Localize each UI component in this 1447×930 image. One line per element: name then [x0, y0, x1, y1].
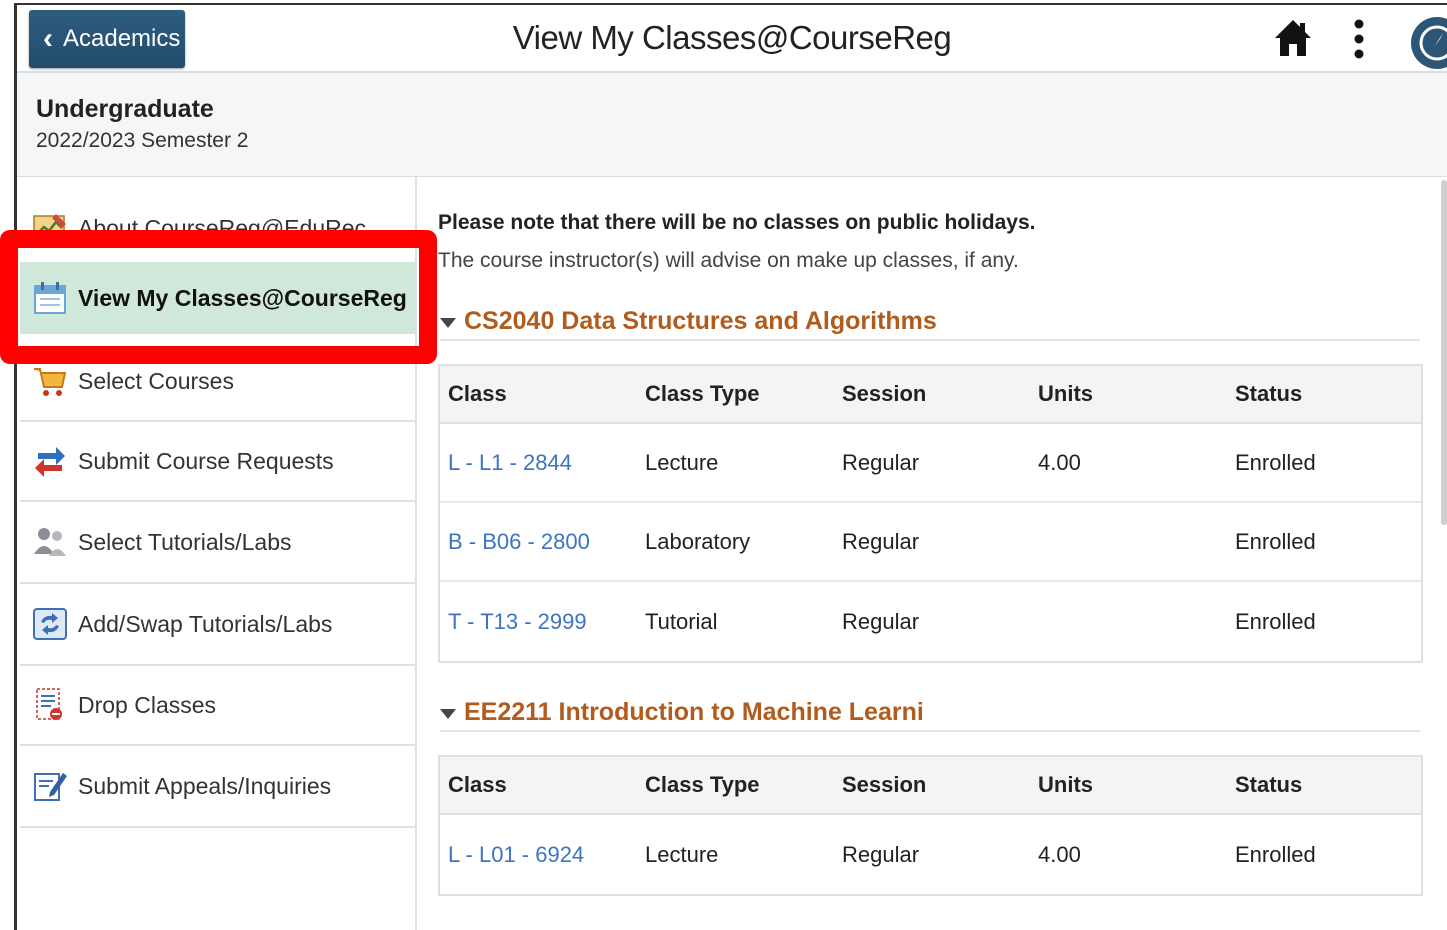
- sidebar-item-label: Drop Classes: [78, 691, 217, 718]
- sidebar-item-view-my-classes[interactable]: View My Classes@CourseReg: [20, 262, 416, 334]
- holiday-notice: Please note that there will be no classe…: [438, 211, 1036, 234]
- more-options-icon[interactable]: [1349, 17, 1369, 61]
- column-header-status: Status: [1235, 772, 1303, 797]
- table-header: Class Class Type Session Units Status: [440, 757, 1421, 815]
- column-header-class-type: Class Type: [645, 772, 760, 797]
- status: Enrolled: [1235, 449, 1316, 475]
- column-header-class: Class: [448, 772, 507, 797]
- class-type: Lecture: [645, 449, 719, 475]
- status: Enrolled: [1235, 528, 1316, 554]
- course-title: CS2040 Data Structures and Algorithms: [464, 306, 937, 335]
- collapse-triangle-icon[interactable]: [440, 318, 456, 328]
- drop-document-icon: [36, 688, 62, 720]
- home-icon[interactable]: [1273, 17, 1313, 59]
- sidebar-item-label: Submit Appeals/Inquiries: [78, 772, 332, 799]
- course-title: EE2211 Introduction to Machine Learni: [464, 697, 924, 726]
- term-label: 2022/2023 Semester 2: [36, 129, 249, 152]
- sidebar: About CourseReg@EduRec View My Classes@C…: [17, 177, 417, 930]
- column-header-units: Units: [1038, 381, 1093, 406]
- main-content: Please note that there will be no classe…: [438, 177, 1438, 930]
- session: Regular: [842, 449, 920, 475]
- column-header-units: Units: [1038, 772, 1093, 797]
- units: 4.00: [1038, 841, 1081, 867]
- class-link[interactable]: B - B06 - 2800: [448, 529, 590, 555]
- sidebar-item-drop-classes[interactable]: Drop Classes: [20, 666, 416, 746]
- class-link[interactable]: L - L01 - 6924: [448, 842, 584, 868]
- session: Regular: [842, 608, 920, 634]
- sidebar-item-add-swap-tutorials-labs[interactable]: Add/Swap Tutorials/Labs: [20, 584, 416, 666]
- column-header-session: Session: [842, 381, 927, 406]
- sidebar-item-submit-course-requests[interactable]: Submit Course Requests: [20, 422, 416, 502]
- class-type: Laboratory: [645, 528, 751, 554]
- people-icon: [34, 528, 66, 556]
- table-row: T - T13 - 2999 Tutorial Regular Enrolled: [440, 582, 1421, 661]
- sidebar-item-label: About CourseReg@EduRec: [78, 214, 367, 241]
- edit-document-icon: [34, 773, 67, 801]
- sidebar-item-about[interactable]: About CourseReg@EduRec: [20, 193, 416, 263]
- class-link[interactable]: T - T13 - 2999: [448, 609, 587, 635]
- sidebar-item-label: View My Classes@CourseReg: [78, 284, 407, 311]
- table-row: L - L1 - 2844 Lecture Regular 4.00 Enrol…: [440, 424, 1421, 503]
- table-header: Class Class Type Session Units Status: [440, 366, 1421, 424]
- class-type: Tutorial: [645, 608, 718, 634]
- course-section-header[interactable]: EE2211 Introduction to Machine Learni: [440, 694, 1420, 732]
- calendar-icon: [34, 282, 66, 314]
- sidebar-item-select-courses[interactable]: Select Courses: [20, 342, 416, 422]
- table-row: B - B06 - 2800 Laboratory Regular Enroll…: [440, 503, 1421, 582]
- career-label: Undergraduate: [36, 95, 214, 123]
- context-band: Undergraduate 2022/2023 Semester 2: [17, 73, 1447, 177]
- status: Enrolled: [1235, 841, 1316, 867]
- swap-arrows-icon: [35, 447, 65, 477]
- class-table: Class Class Type Session Units Status L …: [438, 364, 1423, 663]
- status: Enrolled: [1235, 608, 1316, 634]
- collapse-triangle-icon[interactable]: [440, 709, 456, 719]
- class-link[interactable]: L - L1 - 2844: [448, 450, 572, 476]
- sidebar-item-select-tutorials-labs[interactable]: Select Tutorials/Labs: [20, 502, 416, 584]
- column-header-class-type: Class Type: [645, 381, 760, 406]
- page-title: View My Classes@CourseReg: [512, 19, 952, 56]
- sidebar-item-label: Select Courses: [78, 367, 234, 394]
- class-type: Lecture: [645, 841, 719, 867]
- sidebar-item-label: Submit Course Requests: [78, 447, 334, 474]
- refresh-icon: [33, 608, 67, 640]
- course-section-header[interactable]: CS2040 Data Structures and Algorithms: [440, 303, 1420, 341]
- page-header: ‹ Academics View My Classes@CourseReg: [17, 5, 1447, 73]
- table-row: L - L01 - 6924 Lecture Regular 4.00 Enro…: [440, 815, 1421, 894]
- sidebar-item-submit-appeals-inquiries[interactable]: Submit Appeals/Inquiries: [20, 746, 416, 828]
- session: Regular: [842, 528, 920, 554]
- column-header-session: Session: [842, 772, 927, 797]
- column-header-class: Class: [448, 381, 507, 406]
- scrollbar[interactable]: [1441, 180, 1447, 525]
- column-header-status: Status: [1235, 381, 1303, 406]
- class-table: Class Class Type Session Units Status L …: [438, 755, 1423, 896]
- shopping-cart-icon: [34, 368, 67, 396]
- about-icon: [33, 214, 66, 241]
- units: 4.00: [1038, 449, 1081, 475]
- session: Regular: [842, 841, 920, 867]
- sidebar-item-label: Add/Swap Tutorials/Labs: [78, 610, 333, 637]
- makeup-notice: The course instructor(s) will advise on …: [438, 249, 1019, 272]
- navbar-icon[interactable]: [1403, 13, 1447, 69]
- sidebar-item-label: Select Tutorials/Labs: [78, 528, 292, 555]
